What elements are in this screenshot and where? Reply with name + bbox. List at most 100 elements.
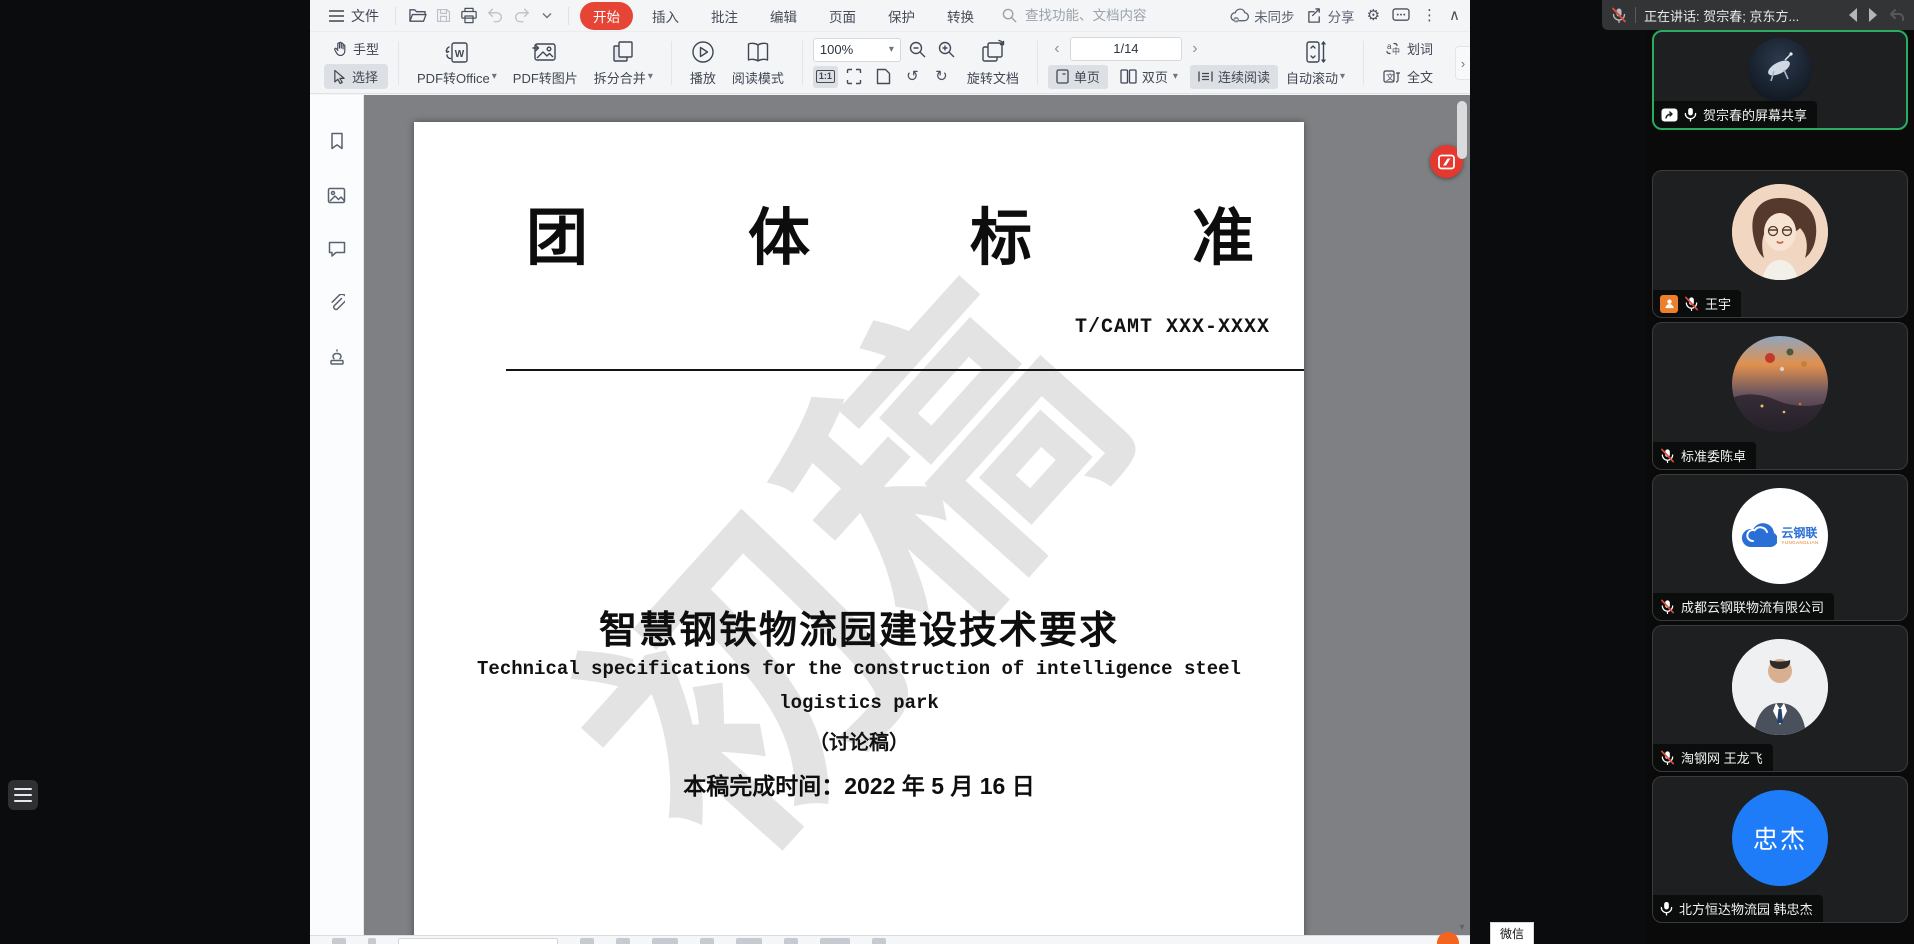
statusbar-control[interactable]	[616, 938, 630, 944]
scrollbar-thumb[interactable]	[1457, 101, 1467, 159]
tab-convert[interactable]: 转换	[934, 2, 987, 30]
tab-annotate[interactable]: 批注	[698, 2, 751, 30]
page-number-input[interactable]	[1070, 37, 1182, 61]
participant-tile[interactable]: 淘钢网 王龙飞	[1652, 625, 1908, 772]
settings-gear-icon[interactable]: ⚙	[1367, 8, 1380, 23]
vertical-scrollbar[interactable]: ▾	[1456, 97, 1468, 933]
print-icon[interactable]	[456, 4, 482, 28]
save-icon[interactable]	[430, 4, 456, 28]
statusbar-control[interactable]	[700, 938, 714, 944]
carousel-right-icon[interactable]	[1867, 7, 1881, 23]
rotate-cw-glyph: ↻	[935, 69, 948, 84]
undo-icon[interactable]	[482, 4, 508, 28]
search-input[interactable]	[1023, 7, 1217, 24]
participant-tile[interactable]: 云钢联 YUNGANGLIAN 成都云钢联物流有限公司	[1652, 474, 1908, 621]
file-menu-button[interactable]: 文件	[320, 4, 387, 28]
participant-tile[interactable]: 忠杰 北方恒达物流园 韩忠杰	[1652, 776, 1908, 923]
comment-icon[interactable]	[323, 235, 351, 263]
signature-seal-icon[interactable]	[323, 343, 351, 371]
redo-icon[interactable]	[508, 4, 534, 28]
bookmark-icon[interactable]	[323, 127, 351, 155]
hand-icon	[333, 41, 347, 56]
statusbar-control[interactable]	[652, 938, 678, 944]
hand-tool-button[interactable]: 手型	[324, 36, 388, 61]
ribbon-expand-button[interactable]: ›	[1455, 46, 1470, 80]
zoom-level-select[interactable]: 100% ▾	[813, 38, 901, 62]
screen-share-icon	[1661, 108, 1678, 122]
participant-tile[interactable]: 王宇	[1652, 170, 1908, 318]
share-button[interactable]: 分享	[1307, 6, 1355, 26]
participant-tile-screen-share[interactable]: 贺宗春的屏幕共享	[1652, 30, 1908, 130]
tab-protect[interactable]: 保护	[875, 2, 928, 30]
pdf-to-image-button[interactable]: PDF转图片	[505, 36, 586, 90]
status-bar	[310, 935, 1470, 944]
participant-name: 成都云钢联物流有限公司	[1681, 597, 1824, 616]
rotate-ccw-icon[interactable]: ↺	[900, 66, 925, 88]
mic-muted-icon	[1660, 599, 1675, 614]
auto-scroll-label: 自动滚动	[1286, 68, 1338, 87]
read-mode-button[interactable]: 阅读模式	[724, 36, 792, 90]
quickbar-caret-icon[interactable]	[534, 4, 560, 28]
zoom-in-icon[interactable]	[934, 39, 959, 61]
fit-page-icon[interactable]	[871, 66, 896, 88]
participant-name: 标准委陈卓	[1681, 446, 1746, 465]
sync-status[interactable]: 未同步	[1229, 6, 1295, 26]
fit-width-icon[interactable]	[842, 66, 867, 88]
pdf-to-image-icon	[531, 39, 559, 65]
split-merge-icon	[610, 39, 636, 65]
auto-scroll-button[interactable]: 自动滚动▾	[1278, 36, 1353, 90]
mic-on-icon	[1684, 107, 1697, 122]
more-kebab-icon[interactable]: ⋮	[1422, 8, 1437, 23]
carousel-left-icon[interactable]	[1845, 7, 1859, 23]
play-button[interactable]: 播放	[682, 36, 724, 90]
speaking-status-bar[interactable]: 正在讲话: 贺宗春; 京东方...	[1602, 0, 1914, 30]
floating-list-widget[interactable]	[8, 780, 38, 810]
tab-start[interactable]: 开始	[580, 2, 633, 30]
statusbar-control[interactable]	[820, 938, 850, 944]
next-page-icon[interactable]: ›	[1186, 37, 1204, 61]
tab-page[interactable]: 页面	[816, 2, 869, 30]
select-tool-label: 选择	[352, 67, 378, 86]
pdf-page[interactable]: 初稿 团 体 标 准 T/CAMT XXX-XXXX 智慧钢铁物流园建设技术要求…	[414, 122, 1304, 935]
rotate-cw-icon[interactable]: ↻	[929, 66, 954, 88]
rotate-document-button[interactable]: 旋转文档	[959, 36, 1027, 90]
doc-title-en-line2: logistics park	[414, 692, 1304, 714]
statusbar-control[interactable]	[580, 938, 594, 944]
avatar	[1732, 184, 1828, 280]
translate-full-button[interactable]: 文 全文	[1374, 64, 1442, 89]
statusbar-control[interactable]	[784, 938, 798, 944]
collapse-ribbon-icon[interactable]: ∧	[1449, 8, 1460, 23]
scrollbar-down-arrow[interactable]: ▾	[1456, 922, 1468, 933]
attachment-icon[interactable]	[323, 289, 351, 317]
auto-scroll-icon	[1302, 39, 1328, 65]
translate-word-button[interactable]: a中 划词	[1374, 36, 1442, 61]
participant-tile[interactable]: 标准委陈卓	[1652, 322, 1908, 470]
pdf-to-office-button[interactable]: W PDF转Office▾	[409, 36, 505, 90]
tab-insert[interactable]: 插入	[639, 2, 692, 30]
doc-standard-header: 团 体 标 准	[526, 208, 1254, 270]
statusbar-control[interactable]	[368, 938, 376, 944]
open-file-icon[interactable]	[404, 4, 430, 28]
statusbar-control[interactable]	[872, 938, 886, 944]
image-annotation-icon[interactable]	[323, 181, 351, 209]
divider	[1363, 41, 1364, 85]
tab-edit[interactable]: 编辑	[757, 2, 810, 30]
statusbar-control[interactable]	[736, 938, 762, 944]
feedback-icon[interactable]	[1392, 8, 1410, 23]
split-merge-button[interactable]: 拆分合并▾	[586, 36, 661, 90]
continuous-read-button[interactable]: 连续阅读	[1190, 65, 1278, 89]
translate-full-label: 全文	[1407, 67, 1433, 86]
actual-size-button[interactable]: 1:1	[813, 66, 838, 88]
double-page-button[interactable]: 双页 ▾	[1112, 65, 1186, 89]
zoom-out-icon[interactable]	[905, 39, 930, 61]
statusbar-control[interactable]	[332, 938, 346, 944]
prev-page-icon[interactable]: ‹	[1048, 37, 1066, 61]
draft-watermark: 初稿	[475, 174, 1233, 935]
select-tool-button[interactable]: 选择	[324, 64, 388, 89]
caret-down-icon: ▾	[648, 72, 653, 82]
search-box[interactable]	[1002, 7, 1217, 24]
statusbar-input[interactable]	[398, 938, 558, 944]
single-page-button[interactable]: 单页	[1048, 65, 1108, 89]
return-arrow-icon[interactable]	[1889, 8, 1905, 22]
read-mode-label: 阅读模式	[732, 68, 784, 87]
